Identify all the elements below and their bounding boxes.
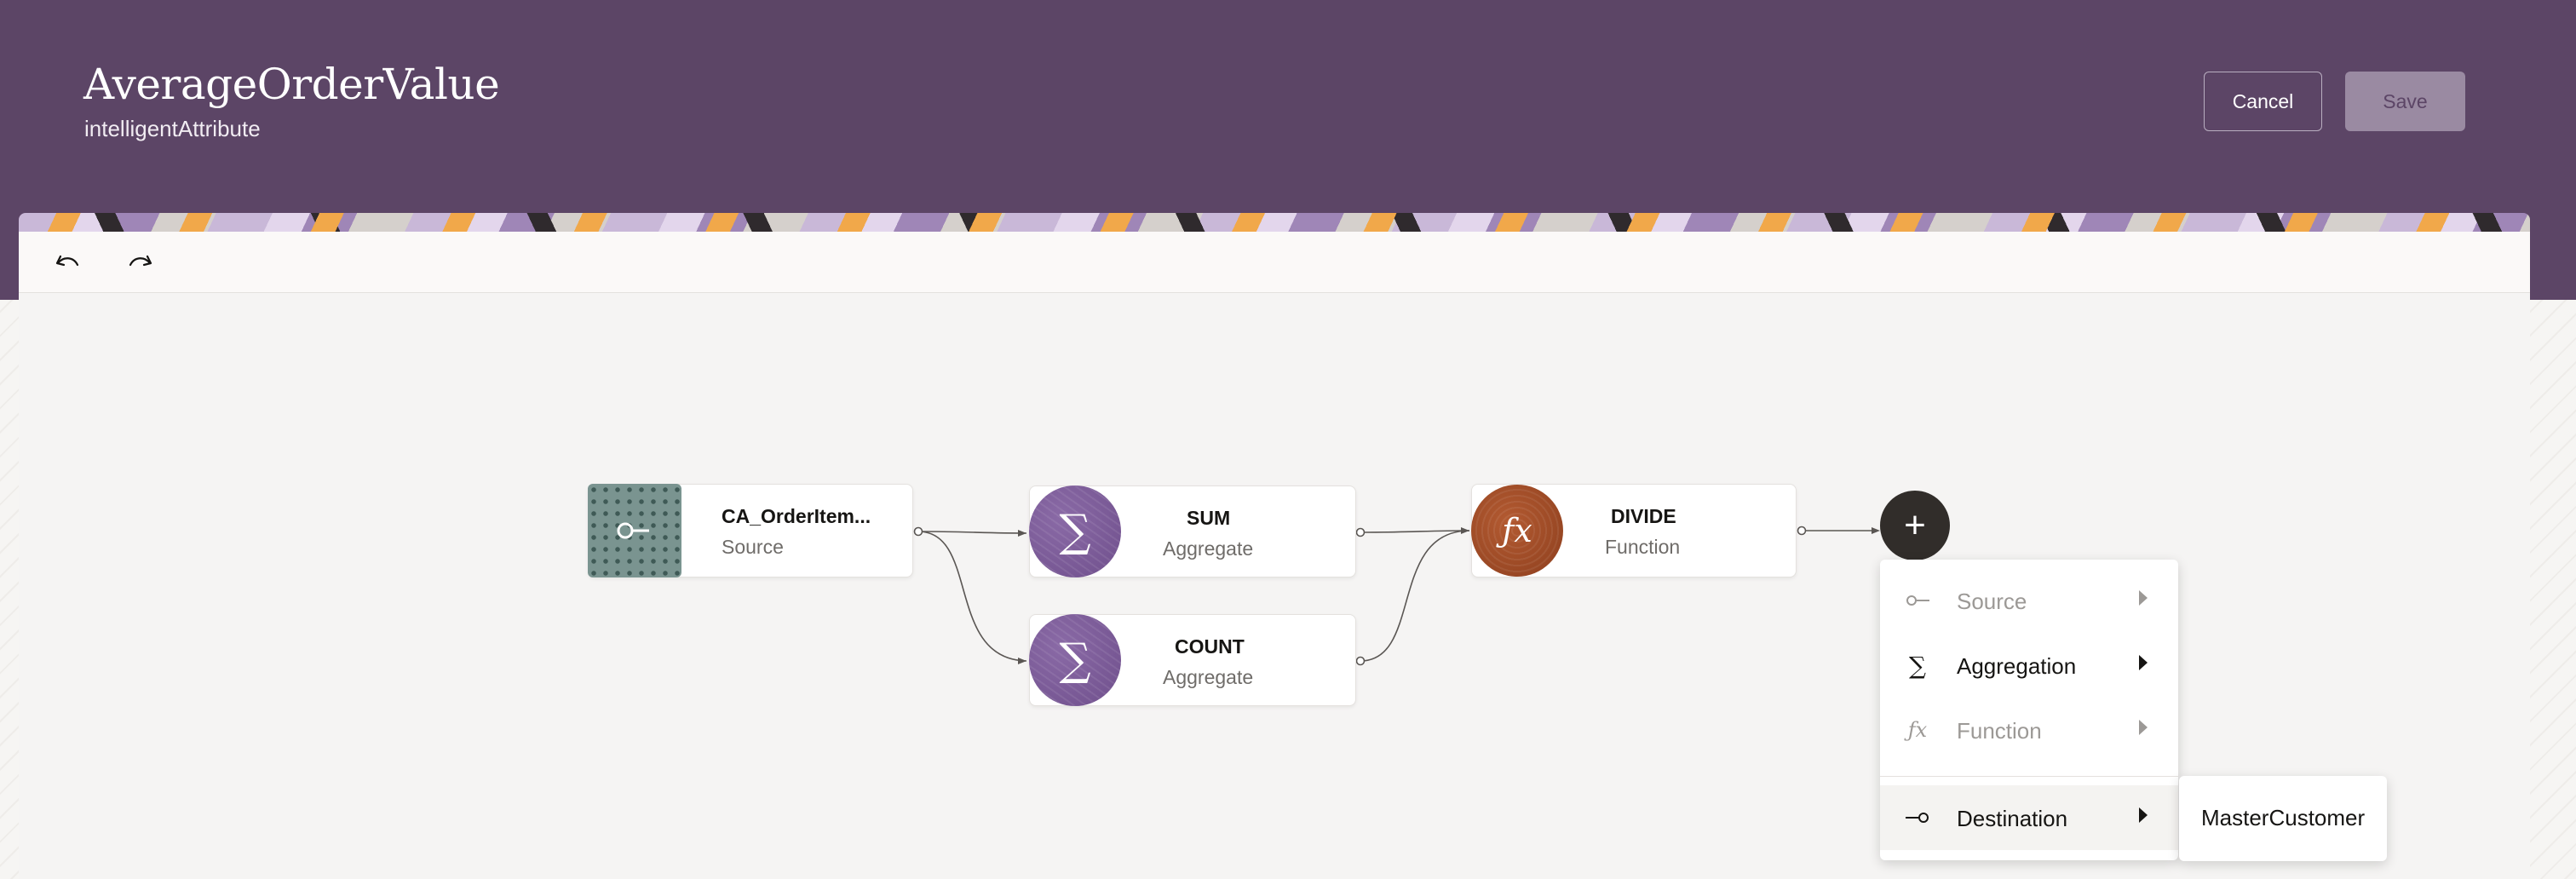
submenu-item-mastercustomer[interactable]: MasterCustomer <box>2201 805 2365 831</box>
node-divide-title: DIVIDE <box>1611 505 1676 527</box>
destination-submenu: MasterCustomer <box>2179 776 2387 861</box>
menu-item-source-label: Source <box>1957 589 2027 614</box>
node-count-subtitle: Aggregate <box>1163 666 1254 688</box>
node-sum-title: SUM <box>1187 507 1231 529</box>
menu-item-destination[interactable]: Destination <box>1880 785 2178 850</box>
sum-badge: ∑ <box>1029 485 1121 577</box>
cancel-button[interactable]: Cancel <box>2204 72 2322 131</box>
add-node-button[interactable]: + <box>1880 491 1950 560</box>
page-subtitle: intelligentAttribute <box>84 116 261 141</box>
undo-button[interactable] <box>50 247 84 281</box>
redo-button[interactable] <box>124 247 158 281</box>
editor-toolbar <box>19 232 2530 293</box>
divide-badge: ƒx <box>1471 485 1563 577</box>
node-count-title: COUNT <box>1175 635 1245 658</box>
destination-icon <box>1902 802 1933 833</box>
source-thumbnail <box>588 484 681 577</box>
submenu-arrow-icon <box>2139 807 2148 823</box>
count-badge: ∑ <box>1029 614 1121 706</box>
source-icon <box>1902 585 1933 616</box>
submenu-arrow-icon <box>2139 720 2148 735</box>
menu-item-aggregation-label: Aggregation <box>1957 653 2077 679</box>
save-button[interactable]: Save <box>2345 72 2465 131</box>
function-icon: ƒx <box>1907 718 1928 742</box>
node-sum-subtitle: Aggregate <box>1163 537 1254 560</box>
menu-item-function-label: Function <box>1957 718 2042 744</box>
menu-divider <box>1880 776 2178 777</box>
node-source-title: CA_OrderItem... <box>722 505 871 527</box>
redo-icon <box>129 255 152 267</box>
function-icon: ƒx <box>1502 512 1532 549</box>
submenu-arrow-icon <box>2139 590 2148 606</box>
decorative-banner <box>19 213 2530 232</box>
sigma-icon: ∑ <box>1909 651 1926 680</box>
undo-icon <box>55 255 79 267</box>
add-node-menu: Source ∑ Aggregation ƒx Function Destina… <box>1880 560 2178 860</box>
menu-item-destination-label: Destination <box>1957 806 2068 831</box>
page-title: AverageOrderValue <box>83 60 500 109</box>
submenu-arrow-icon <box>2139 655 2148 670</box>
source-key-icon <box>617 522 649 539</box>
node-divide-subtitle: Function <box>1605 536 1681 558</box>
node-source-subtitle: Source <box>722 536 784 558</box>
menu-item-source[interactable]: Source <box>1880 568 2178 633</box>
sigma-icon: ∑ <box>1059 506 1091 557</box>
menu-item-aggregation[interactable]: ∑ Aggregation <box>1880 633 2178 698</box>
menu-item-function[interactable]: ƒx Function <box>1880 698 2178 762</box>
sigma-icon: ∑ <box>1059 635 1091 686</box>
plus-icon: + <box>1904 504 1926 546</box>
